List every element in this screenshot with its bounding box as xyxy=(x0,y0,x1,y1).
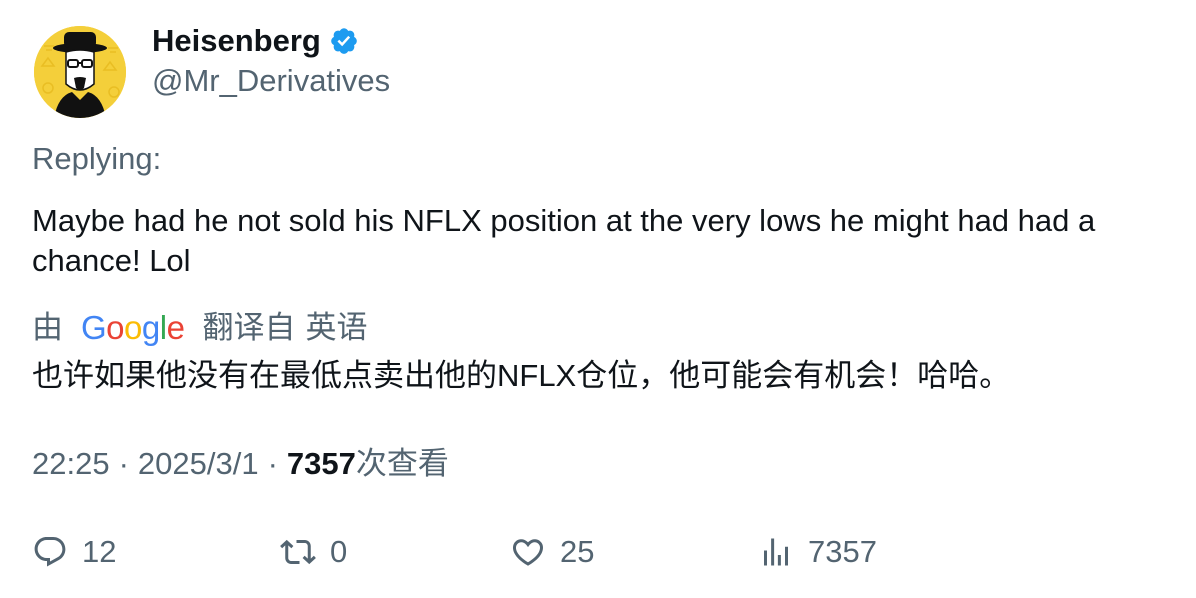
reply-button[interactable]: 12 xyxy=(32,528,116,576)
replying-label: Replying: xyxy=(32,141,162,176)
tweet-meta: 22:25 · 2025/3/1 · 7357 次查看 xyxy=(32,444,449,484)
translation-attribution: 由 Google 翻译自 英语 xyxy=(32,308,367,348)
analytics-icon xyxy=(764,538,788,566)
tweet-body: Maybe had he not sold his NFLX position … xyxy=(32,203,1096,278)
like-count: 25 xyxy=(560,534,595,569)
translated-from-label: 翻译自 xyxy=(202,310,296,345)
like-button[interactable]: 25 xyxy=(510,528,594,576)
views-label: 次查看 xyxy=(355,446,449,481)
author-handle[interactable]: @Mr_Derivatives xyxy=(152,62,390,100)
google-letter: g xyxy=(141,309,160,346)
view-count: 7357 xyxy=(808,534,877,569)
meta-separator: · xyxy=(267,446,278,481)
google-letter: l xyxy=(159,309,167,346)
heisenberg-avatar-icon xyxy=(34,26,126,118)
display-name[interactable]: Heisenberg xyxy=(152,22,321,60)
avatar[interactable] xyxy=(34,26,126,118)
views-button[interactable]: 7357 xyxy=(758,528,877,576)
reply-icon xyxy=(34,537,66,567)
reply-count: 12 xyxy=(82,534,117,569)
google-letter: e xyxy=(166,309,185,346)
tweet: Heisenberg @Mr_Derivatives Replying: May… xyxy=(0,0,1196,598)
views-count: 7357 xyxy=(286,446,356,481)
retweet-icon xyxy=(280,539,316,565)
action-bar: 12 0 25 7357 xyxy=(0,528,1196,578)
retweet-button[interactable]: 0 xyxy=(280,528,347,576)
google-letter: o xyxy=(124,309,142,346)
meta-separator: · xyxy=(118,446,129,481)
author-name-row: Heisenberg xyxy=(152,22,359,60)
tweet-time[interactable]: 22:25 xyxy=(32,444,110,484)
tweet-date[interactable]: 2025/3/1 xyxy=(138,444,259,484)
google-logo[interactable]: Google xyxy=(81,308,185,348)
google-letter: G xyxy=(81,309,107,346)
translated-text: 也许如果他没有在最低点卖出他的NFLX仓位，他可能会有机会！哈哈。 xyxy=(32,358,1011,393)
retweet-count: 0 xyxy=(330,534,348,569)
google-letter: o xyxy=(106,309,125,346)
heart-icon xyxy=(512,539,544,566)
translation-by-label: 由 xyxy=(32,310,63,345)
source-language: 英语 xyxy=(305,310,368,345)
verified-badge-icon xyxy=(331,28,357,54)
